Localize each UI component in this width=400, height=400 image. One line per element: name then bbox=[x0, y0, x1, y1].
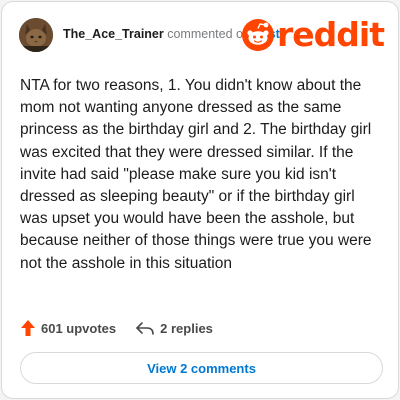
action-text: commented on bbox=[167, 27, 250, 41]
reddit-logo[interactable]: reddit bbox=[241, 15, 385, 54]
view-comments-button[interactable]: View 2 comments bbox=[20, 352, 383, 384]
reddit-wordmark: reddit bbox=[277, 15, 385, 54]
comment-body: NTA for two reasons, 1. You didn't know … bbox=[20, 77, 372, 272]
reply-arrow-icon bbox=[136, 322, 154, 335]
upvote-button[interactable]: 601 upvotes bbox=[20, 319, 116, 337]
upvote-arrow-icon bbox=[21, 320, 35, 336]
comment-card: The_Ace_Trainer commented on post reddit… bbox=[1, 1, 399, 399]
username-link[interactable]: The_Ace_Trainer bbox=[63, 27, 164, 41]
replies-count: 2 replies bbox=[160, 320, 213, 336]
comment-header: The_Ace_Trainer commented on post reddit bbox=[19, 15, 385, 54]
cat-avatar-icon bbox=[19, 18, 53, 52]
comment-actions: 601 upvotes 2 replies bbox=[20, 317, 213, 339]
reddit-snoo-icon bbox=[242, 19, 274, 51]
upvote-count: 601 upvotes bbox=[41, 320, 117, 336]
user-avatar[interactable] bbox=[19, 18, 53, 52]
replies-button[interactable]: 2 replies bbox=[135, 320, 213, 336]
